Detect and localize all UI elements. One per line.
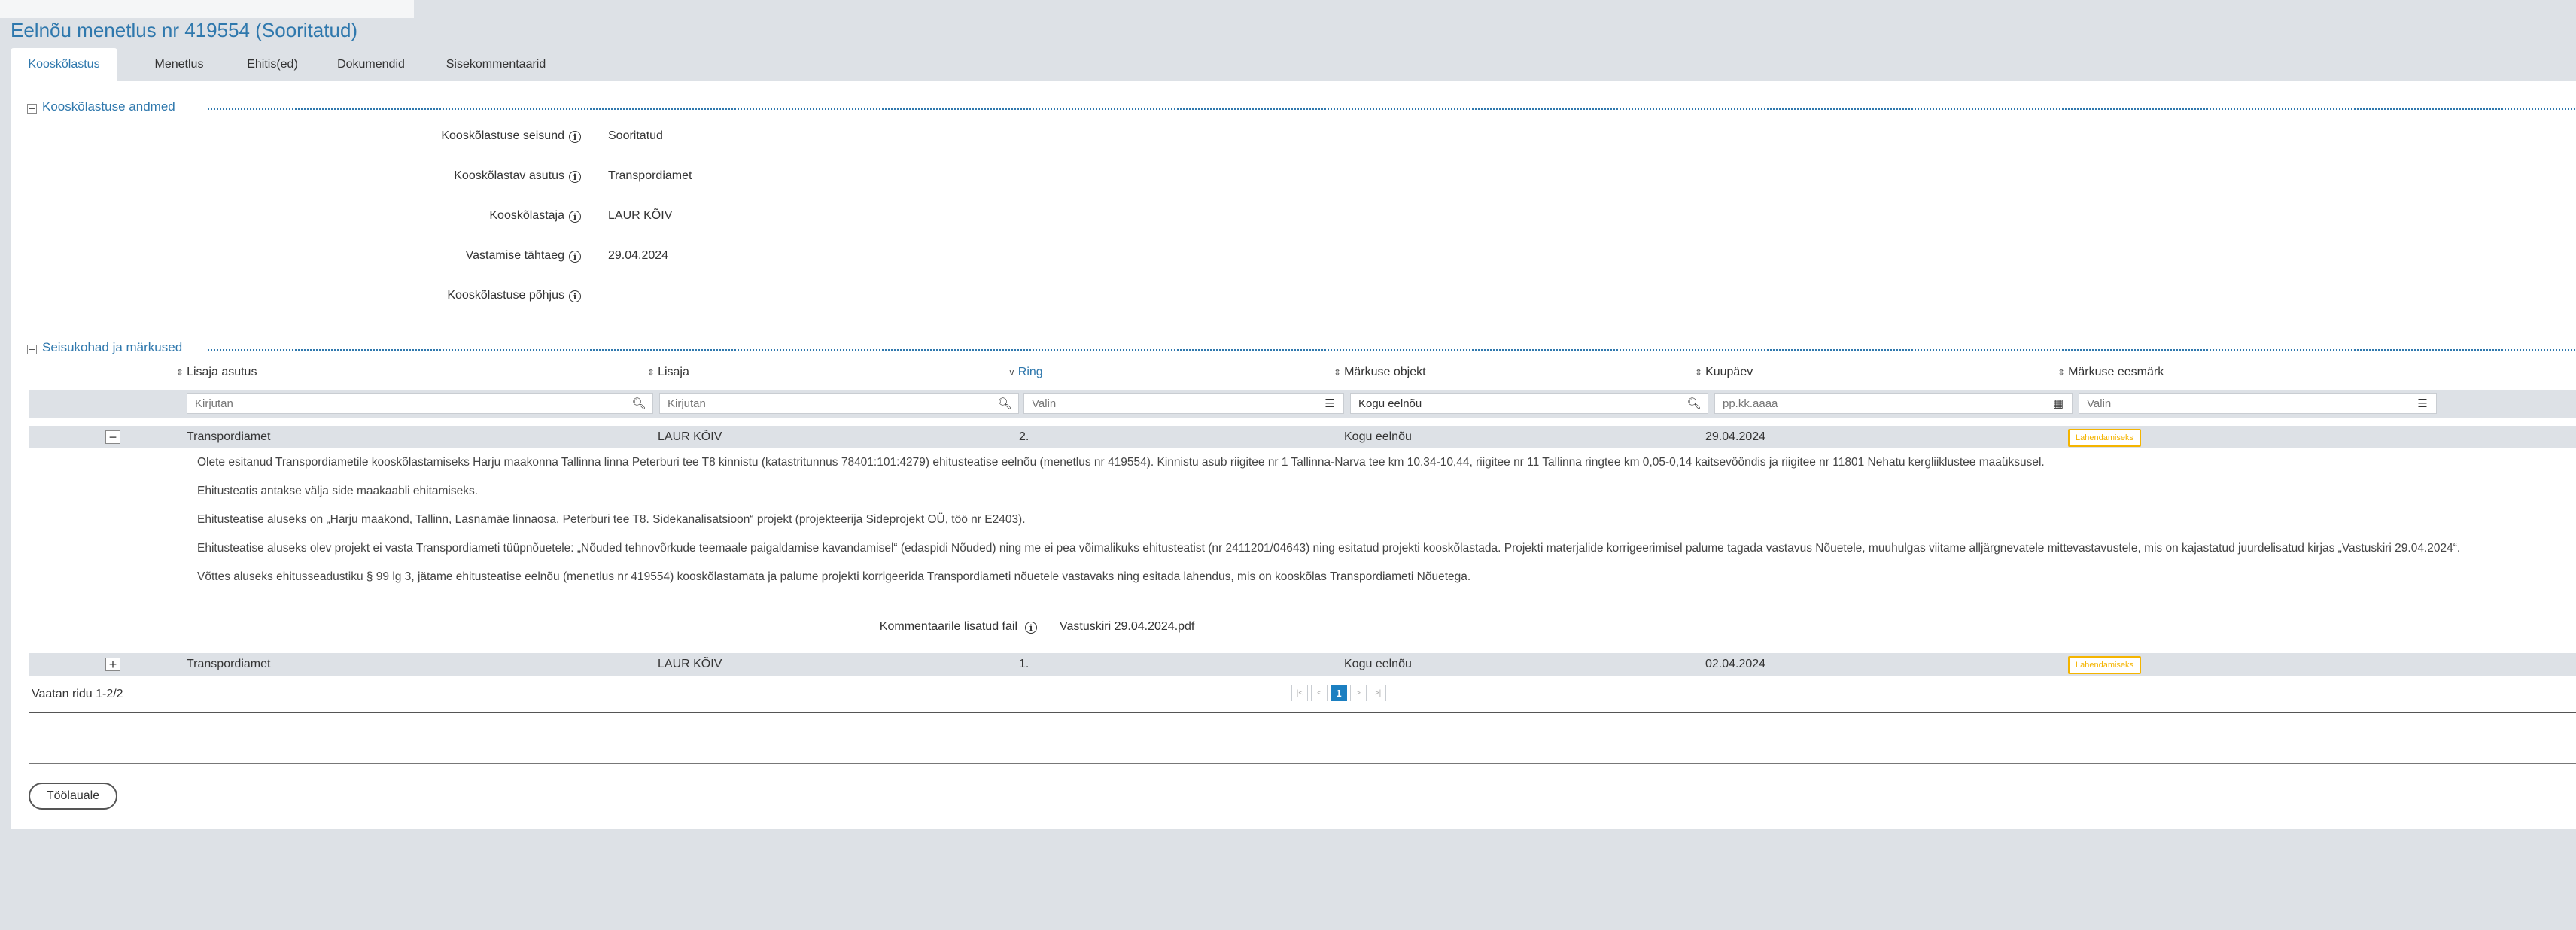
comment-paragraph: Võttes aluseks ehitusseadustiku § 99 lg … xyxy=(197,570,1471,583)
info-icon[interactable]: i xyxy=(569,171,581,183)
top-strip-left xyxy=(0,0,414,18)
list-icon[interactable]: ☰ xyxy=(1322,397,1337,410)
column-header-lisaja-asutus[interactable]: ⇕ Lisaja asutus xyxy=(176,366,257,379)
field-value: Sooritatud xyxy=(608,129,663,142)
field-value: Transpordiamet xyxy=(608,169,692,182)
field-label: Vastamise tähtaeg xyxy=(465,249,564,262)
tab-kooskolastus[interactable]: Kooskõlastus xyxy=(11,48,117,81)
field-kooskolastaja: Kooskõlastaja i LAUR KÕIV xyxy=(11,209,914,227)
filter-markuse-eesmark[interactable]: ☰ xyxy=(2079,393,2437,414)
column-header-markuse-eesmark[interactable]: ⇕ Märkuse eesmärk xyxy=(2057,366,2164,379)
comment-paragraph: Ehitusteatis antakse välja side maakaabl… xyxy=(197,485,479,497)
page-title: Eelnõu menetlus nr 419554 (Sooritatud) xyxy=(11,19,358,41)
pager-status: Vaatan ridu 1-2/2 xyxy=(32,688,123,701)
section-title: Seisukohad ja märkused xyxy=(42,340,187,355)
table-row[interactable]: + Transpordiamet LAUR KÕIV 1. Kogu eelnõ… xyxy=(29,653,2576,676)
attachment-row: Kommentaarile lisatud fail i Vastuskiri … xyxy=(656,620,1194,638)
select-input[interactable] xyxy=(2079,394,2380,413)
cell-asutus: Transpordiamet xyxy=(187,430,271,443)
info-icon[interactable]: i xyxy=(569,290,581,302)
filter-lisaja-asutus[interactable]: 🔍︎ xyxy=(187,393,653,414)
cell-ring: 2. xyxy=(1019,430,1029,443)
collapse-icon[interactable] xyxy=(27,345,37,354)
top-strip xyxy=(0,0,2576,18)
last-page-button[interactable]: >| xyxy=(1370,685,1386,701)
section-divider xyxy=(208,349,2576,351)
page-button-current[interactable]: 1 xyxy=(1331,685,1347,701)
field-value: LAUR KÕIV xyxy=(608,209,673,222)
calendar-icon[interactable]: ▦ xyxy=(2051,397,2066,410)
search-input[interactable] xyxy=(1351,394,1652,413)
search-input[interactable] xyxy=(660,394,962,413)
search-icon[interactable]: 🔍︎ xyxy=(1686,397,1702,410)
tab-sisekommentaarid[interactable]: Sisekommentaarid xyxy=(432,48,560,81)
column-header-lisaja[interactable]: ⇕ Lisaja xyxy=(647,366,689,379)
search-icon[interactable]: 🔍︎ xyxy=(997,397,1012,410)
table-bottom-border xyxy=(29,712,2576,713)
field-seisund: Kooskõlastuse seisund i Sooritatud xyxy=(11,129,914,147)
collapse-row-button[interactable]: − xyxy=(105,430,120,444)
status-badge: Lahendamiseks xyxy=(2068,429,2142,447)
info-icon[interactable]: i xyxy=(569,211,581,223)
sort-icon: ⇕ xyxy=(1334,367,1342,378)
field-label: Kooskõlastav asutus xyxy=(454,169,564,182)
sort-icon: ⇕ xyxy=(1695,367,1703,378)
cell-objekt: Kogu eelnõu xyxy=(1344,430,1412,443)
first-page-button[interactable]: |< xyxy=(1291,685,1308,701)
filter-lisaja[interactable]: 🔍︎ xyxy=(659,393,1019,414)
info-icon[interactable]: i xyxy=(569,251,581,263)
prev-page-button[interactable]: < xyxy=(1311,685,1328,701)
attachment-link[interactable]: Vastuskiri 29.04.2024.pdf xyxy=(1060,620,1194,634)
filter-kuupaev[interactable]: ▦ xyxy=(1714,393,2073,414)
tab-ehitised[interactable]: Ehitis(ed) xyxy=(227,48,318,81)
attachment-label: Kommentaarile lisatud fail xyxy=(879,620,1017,633)
comment-paragraph: Ehitusteatise aluseks olev projekt ei va… xyxy=(197,542,2461,555)
filter-markuse-objekt[interactable]: 🔍︎ xyxy=(1350,393,1708,414)
sort-icon: ⇕ xyxy=(176,367,184,378)
list-icon[interactable]: ☰ xyxy=(2415,397,2430,410)
field-value: 29.04.2024 xyxy=(608,249,669,262)
column-header-ring[interactable]: ∨ Ring xyxy=(1008,366,1043,379)
toolauale-button[interactable]: Töölauale xyxy=(29,783,117,810)
search-icon[interactable]: 🔍︎ xyxy=(631,397,646,410)
cell-ring: 1. xyxy=(1019,658,1029,670)
info-icon[interactable]: i xyxy=(569,131,581,143)
field-label: Kooskõlastuse põhjus xyxy=(447,289,564,302)
sort-icon: ⇕ xyxy=(647,367,655,378)
filter-ring[interactable]: ☰ xyxy=(1023,393,1344,414)
cell-lisaja: LAUR KÕIV xyxy=(658,658,722,670)
column-header-kuupaev[interactable]: ⇕ Kuupäev xyxy=(1695,366,1753,379)
sort-desc-icon: ∨ xyxy=(1008,367,1015,378)
section-title: Kooskõlastuse andmed xyxy=(42,99,180,114)
cell-asutus: Transpordiamet xyxy=(187,658,271,670)
sort-icon: ⇕ xyxy=(2057,367,2066,378)
filter-bar: 🔍︎ 🔍︎ ☰ 🔍︎ ▦ ☰ xyxy=(29,390,2576,418)
main-panel: Kooskõlastuse andmed Kooskõlastuse seisu… xyxy=(11,81,2576,829)
table-row[interactable]: − Transpordiamet LAUR KÕIV 2. Kogu eelnõ… xyxy=(29,426,2576,448)
status-badge: Lahendamiseks xyxy=(2068,656,2142,674)
tab-dokumendid[interactable]: Dokumendid xyxy=(315,48,427,81)
comment-paragraph: Olete esitanud Transpordiametile kooskõl… xyxy=(197,456,2045,469)
field-pohjus: Kooskõlastuse põhjus i xyxy=(11,289,914,307)
select-input[interactable] xyxy=(1024,394,1295,413)
search-input[interactable] xyxy=(187,394,575,413)
column-header-markuse-objekt[interactable]: ⇕ Märkuse objekt xyxy=(1334,366,1426,379)
divider xyxy=(29,763,2576,764)
info-icon[interactable]: i xyxy=(1025,622,1037,634)
cell-kuupaev: 02.04.2024 xyxy=(1705,658,1766,670)
field-label: Kooskõlastaja xyxy=(489,209,564,222)
field-tahtaeg: Vastamise tähtaeg i 29.04.2024 xyxy=(11,249,914,267)
collapse-icon[interactable] xyxy=(27,104,37,114)
field-asutus: Kooskõlastav asutus i Transpordiamet xyxy=(11,169,914,187)
next-page-button[interactable]: > xyxy=(1350,685,1367,701)
section-divider xyxy=(208,108,2576,110)
expand-row-button[interactable]: + xyxy=(105,658,120,671)
field-label: Kooskõlastuse seisund xyxy=(441,129,564,142)
comment-paragraph: Ehitusteatise aluseks on „Harju maakond,… xyxy=(197,513,1026,526)
cell-kuupaev: 29.04.2024 xyxy=(1705,430,1766,443)
tab-menetlus[interactable]: Menetlus xyxy=(122,48,236,81)
date-input[interactable] xyxy=(1715,394,2016,413)
cell-objekt: Kogu eelnõu xyxy=(1344,658,1412,670)
cell-lisaja: LAUR KÕIV xyxy=(658,430,722,443)
